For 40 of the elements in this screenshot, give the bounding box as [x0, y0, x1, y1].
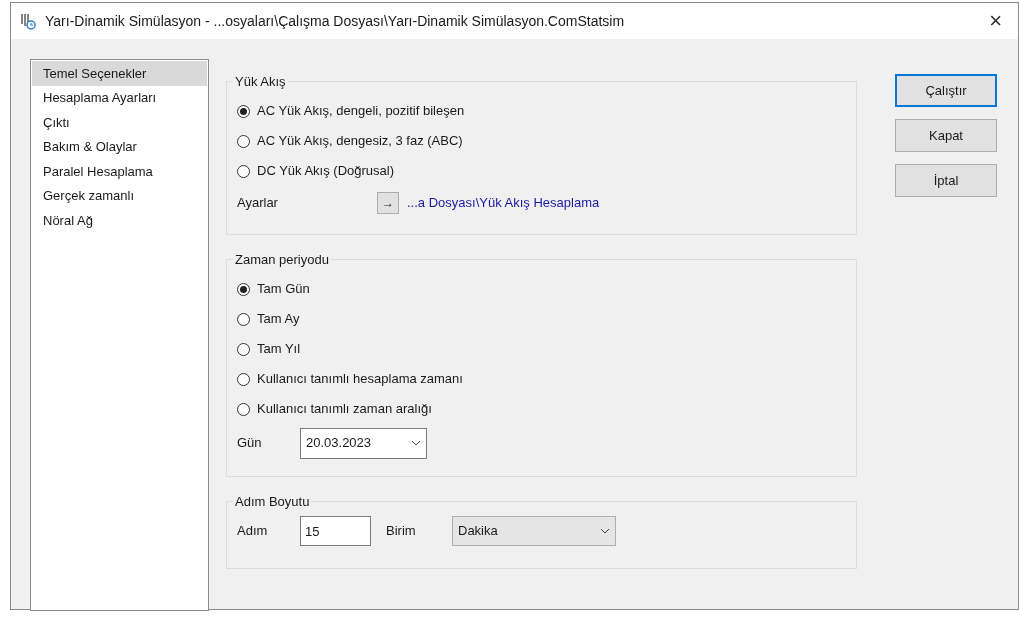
- chevron-down-icon: [411, 440, 421, 446]
- radio-button[interactable]: [237, 402, 250, 416]
- app-icon: [19, 12, 37, 30]
- unit-dropdown[interactable]: Dakika: [452, 516, 616, 546]
- radio-label[interactable]: AC Yük Akış, dengesiz, 3 faz (ABC): [257, 131, 463, 151]
- radio-button[interactable]: [237, 282, 250, 296]
- step-label: Adım: [237, 522, 269, 541]
- settings-label: Ayarlar: [237, 194, 279, 213]
- sidebar-item[interactable]: Nöral Ağ: [32, 208, 207, 233]
- radio-label[interactable]: Tam Gün: [257, 279, 310, 299]
- sidebar-item[interactable]: Temel Seçenekler: [32, 61, 207, 86]
- settings-link[interactable]: ...a Dosyası\Yük Akış Hesaplama: [407, 193, 600, 213]
- close-button[interactable]: ×: [981, 10, 1010, 32]
- dialog-button[interactable]: İptal: [895, 164, 997, 197]
- step-input[interactable]: 15: [300, 516, 371, 546]
- radio-label[interactable]: Kullanıcı tanımlı zaman aralığı: [257, 399, 432, 419]
- radio-button[interactable]: [237, 372, 250, 386]
- radio-label[interactable]: Tam Ay: [257, 309, 300, 329]
- radio-button[interactable]: [237, 342, 250, 356]
- day-label: Gün: [237, 434, 263, 453]
- date-dropdown[interactable]: 20.03.2023: [300, 427, 427, 459]
- sidebar-item[interactable]: Paralel Hesaplama: [32, 159, 207, 184]
- chevron-down-icon: [600, 528, 610, 534]
- radio-label[interactable]: DC Yük Akış (Doğrusal): [257, 161, 395, 181]
- radio-label[interactable]: Kullanıcı tanımlı hesaplama zamanı: [257, 369, 463, 389]
- radio-button[interactable]: [237, 104, 250, 118]
- sidebar-item[interactable]: Çıktı: [32, 110, 207, 135]
- radio-button[interactable]: [237, 312, 250, 326]
- sidebar-item[interactable]: Gerçek zamanlı: [32, 183, 207, 208]
- sidebar-item[interactable]: Bakım & Olaylar: [32, 134, 207, 159]
- radio-button[interactable]: [237, 134, 250, 148]
- radio-label[interactable]: Tam Yıl: [257, 339, 301, 359]
- dialog-button[interactable]: Çalıştır: [895, 74, 997, 107]
- radio-label[interactable]: AC Yük Akış, dengeli, pozitif bileşen: [257, 101, 465, 121]
- unit-label: Birim: [386, 522, 417, 541]
- window-title: Yarı-Dinamik Simülasyon - ...osyaları\Çalışma Dosyası\Yarı-Dinamik Simülasyon.ComStatsim: [45, 11, 625, 31]
- sidebar-item[interactable]: Hesaplama Ayarları: [32, 85, 207, 110]
- dialog-button[interactable]: Kapat: [895, 119, 997, 152]
- radio-button[interactable]: [237, 164, 250, 178]
- settings-arrow-button[interactable]: →: [377, 192, 399, 214]
